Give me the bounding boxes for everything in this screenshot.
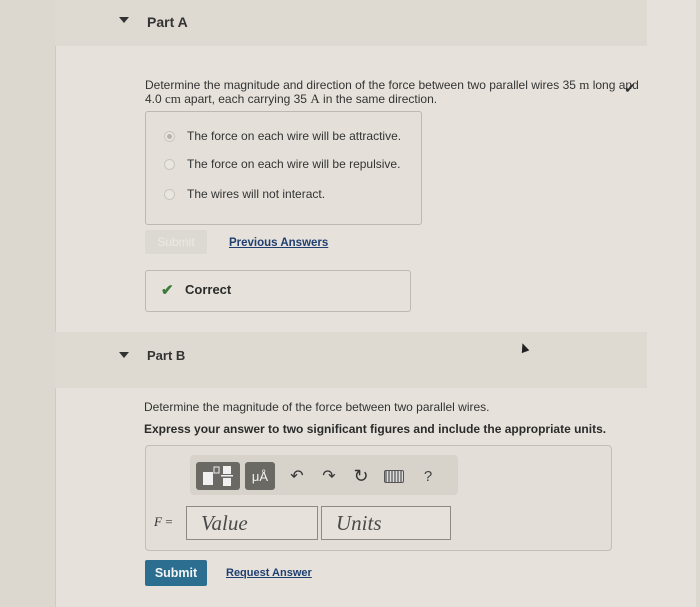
redo-icon[interactable]: ↷ <box>318 462 340 490</box>
part-a-submit-button[interactable]: Submit <box>145 230 207 254</box>
units-button[interactable]: μÅ <box>245 462 275 490</box>
answer-input-box: μÅ ↶ ↷ ↻ ? F = Value Units <box>145 445 612 551</box>
part-a-question: Determine the magnitude and direction of… <box>145 77 639 106</box>
checkmark-icon: ✔ <box>161 282 174 299</box>
choice-label: The wires will not interact. <box>187 187 326 201</box>
part-b-title: Part B <box>147 348 186 363</box>
part-b-instruction: Express your answer to two significant f… <box>144 422 607 436</box>
templates-button[interactable] <box>196 462 240 490</box>
undo-icon[interactable]: ↶ <box>286 462 308 490</box>
request-answer-link[interactable]: Request Answer <box>226 567 312 579</box>
help-icon[interactable]: ? <box>418 462 438 490</box>
part-a-header[interactable]: Part A <box>55 0 647 46</box>
part-a-title: Part A <box>147 14 188 30</box>
feedback-correct: ✔ Correct <box>145 270 411 312</box>
choice-label: The force on each wire will be repulsive… <box>187 157 401 171</box>
previous-answers-link[interactable]: Previous Answers <box>229 237 328 249</box>
choice-attractive[interactable]: The force on each wire will be attractiv… <box>164 128 401 144</box>
reset-icon[interactable]: ↻ <box>350 462 372 490</box>
keyboard-icon <box>384 469 404 483</box>
feedback-label: Correct <box>185 282 232 297</box>
part-b-header[interactable]: Part B <box>55 332 647 388</box>
units-input[interactable]: Units <box>321 506 451 540</box>
collapse-caret-icon[interactable] <box>119 17 129 23</box>
choice-no-interaction[interactable]: The wires will not interact. <box>164 186 325 202</box>
radio-button[interactable] <box>164 188 175 200</box>
radio-button[interactable] <box>164 158 175 170</box>
math-toolbar: μÅ ↶ ↷ ↻ ? <box>190 455 458 495</box>
value-input[interactable]: Value <box>186 506 318 540</box>
answer-choices: The force on each wire will be attractiv… <box>145 111 422 225</box>
part-b-submit-button[interactable]: Submit <box>145 560 207 586</box>
fraction-template-icon <box>203 466 233 486</box>
collapse-caret-icon[interactable] <box>119 352 129 358</box>
part-b-question: Determine the magnitude of the force bet… <box>144 400 490 414</box>
radio-button-selected[interactable] <box>164 130 175 142</box>
variable-label: F = <box>154 514 173 529</box>
keyboard-button[interactable] <box>382 462 406 490</box>
choice-repulsive[interactable]: The force on each wire will be repulsive… <box>164 156 400 172</box>
choice-label: The force on each wire will be attractiv… <box>187 129 402 143</box>
